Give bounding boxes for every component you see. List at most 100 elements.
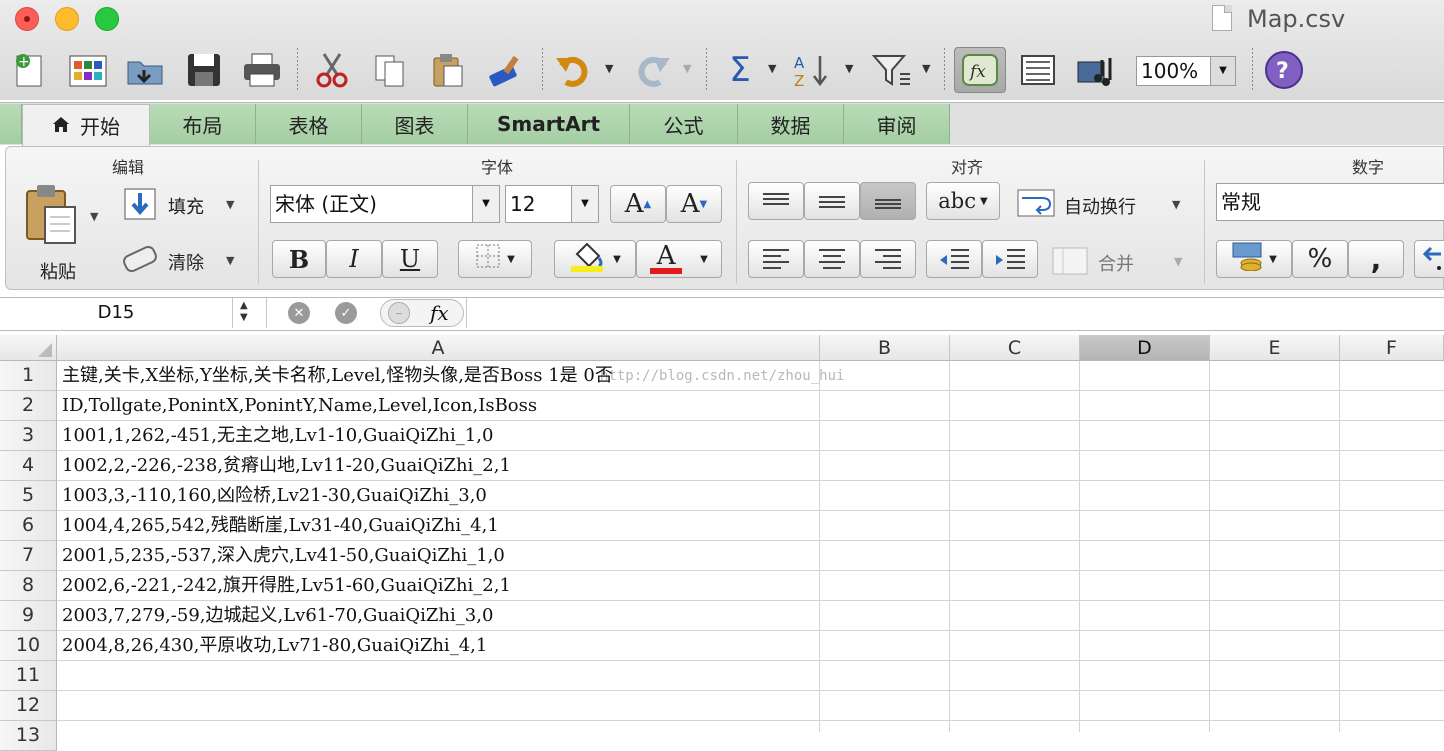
maximize-window-button[interactable] <box>95 7 119 31</box>
shrink-font-button[interactable]: A ▼ <box>666 185 722 223</box>
row-header[interactable]: 9 <box>0 601 57 631</box>
column-header-a[interactable]: A <box>57 335 820 361</box>
cancel-icon[interactable]: ✕ <box>288 302 310 324</box>
cell-a1[interactable]: 主键,关卡,X坐标,Y坐标,关卡名称,Level,怪物头像,是否Boss 1是 … <box>57 361 613 391</box>
percent-style-button[interactable]: % <box>1292 240 1348 278</box>
row-header[interactable]: 2 <box>0 391 57 421</box>
wrap-text-dropdown-arrow[interactable]: ▼ <box>1172 198 1180 211</box>
redo-icon[interactable] <box>630 48 674 92</box>
comma-style-button[interactable]: , <box>1348 240 1404 278</box>
cell-a8[interactable]: 2002,6,-221,-242,旗开得胜,Lv51-60,GuaiQiZhi_… <box>57 571 511 601</box>
autosum-icon[interactable]: Σ <box>718 48 762 92</box>
row-header[interactable]: 6 <box>0 511 57 541</box>
align-right-button[interactable] <box>860 240 916 278</box>
insert-function-button[interactable]: fx <box>430 299 449 327</box>
align-center-button[interactable] <box>804 240 860 278</box>
row-header[interactable]: 7 <box>0 541 57 571</box>
cell-a12[interactable] <box>57 691 62 721</box>
media-browser-icon[interactable] <box>1074 48 1118 92</box>
tab-home[interactable]: 开始 <box>22 104 150 146</box>
borders-button[interactable]: ▼ <box>458 240 532 278</box>
underline-button[interactable]: U <box>382 240 438 278</box>
show-hide-icon[interactable] <box>1016 48 1060 92</box>
grow-font-button[interactable]: A ▲ <box>610 185 666 223</box>
new-icon[interactable]: + <box>8 48 52 92</box>
align-left-button[interactable] <box>748 240 804 278</box>
cell-a6[interactable]: 1004,4,265,542,残酷断崖,Lv31-40,GuaiQiZhi_4,… <box>57 511 499 541</box>
enter-checkmark-icon[interactable]: ✓ <box>335 302 357 324</box>
cell-a2[interactable]: ID,Tollgate,PonintX,PonintY,Name,Level,I… <box>57 391 537 421</box>
row-header[interactable]: 13 <box>0 721 57 751</box>
row-header[interactable]: 5 <box>0 481 57 511</box>
cut-icon[interactable] <box>310 48 354 92</box>
number-format-select[interactable]: 常规 <box>1216 183 1444 221</box>
format-painter-icon[interactable] <box>484 48 528 92</box>
accounting-format-button[interactable]: ▼ <box>1216 240 1292 278</box>
cell-a3[interactable]: 1001,1,262,-451,无主之地,Lv1-10,GuaiQiZhi_1,… <box>57 421 493 451</box>
formula-builder-icon[interactable]: fx <box>954 47 1006 93</box>
tab-data[interactable]: 数据 <box>738 104 844 144</box>
autosum-dropdown-arrow[interactable]: ▼ <box>768 62 776 75</box>
print-icon[interactable] <box>240 48 284 92</box>
sort-icon[interactable]: AZ <box>790 48 834 92</box>
column-header-f[interactable]: F <box>1340 335 1444 361</box>
column-header-e[interactable]: E <box>1210 335 1340 361</box>
row-header[interactable]: 10 <box>0 631 57 661</box>
copy-icon[interactable] <box>368 48 412 92</box>
merge-icon[interactable] <box>1050 242 1090 280</box>
row-header[interactable]: 3 <box>0 421 57 451</box>
font-family-select[interactable]: 宋体 (正文) ▼ <box>270 185 500 223</box>
decrease-indent-button[interactable] <box>926 240 982 278</box>
column-header-d[interactable]: D <box>1080 335 1210 361</box>
column-header-c[interactable]: C <box>950 335 1080 361</box>
clear-label[interactable]: 清除 <box>168 249 204 275</box>
formula-dropdown-icon[interactable]: – <box>388 302 410 324</box>
zoom-select[interactable]: 100% ▼ <box>1136 56 1236 86</box>
filter-dropdown-arrow[interactable]: ▼ <box>922 62 930 75</box>
increase-indent-button[interactable] <box>982 240 1038 278</box>
merge-dropdown-arrow[interactable]: ▼ <box>1174 255 1182 268</box>
row-header[interactable]: 12 <box>0 691 57 721</box>
cell-a11[interactable] <box>57 661 62 691</box>
name-box-stepper-icon[interactable]: ▲ ▼ <box>240 300 248 324</box>
save-icon[interactable] <box>182 48 226 92</box>
sort-dropdown-arrow[interactable]: ▼ <box>845 62 853 75</box>
fill-color-button[interactable]: ▼ <box>554 240 636 278</box>
clear-dropdown-arrow[interactable]: ▼ <box>226 254 234 267</box>
tab-charts[interactable]: 图表 <box>362 104 468 144</box>
sheet-corner[interactable] <box>0 335 57 361</box>
row-header[interactable]: 4 <box>0 451 57 481</box>
eraser-icon[interactable] <box>118 242 160 278</box>
column-header-b[interactable]: B <box>820 335 950 361</box>
tab-review[interactable]: 审阅 <box>844 104 950 144</box>
tab-formulas[interactable]: 公式 <box>630 104 738 144</box>
merge-label[interactable]: 合并 <box>1098 250 1134 276</box>
paste-dropdown-arrow[interactable]: ▼ <box>90 210 98 223</box>
cell-a10[interactable]: 2004,8,26,430,平原收功,Lv71-80,GuaiQiZhi_4,1 <box>57 631 487 661</box>
fill-icon[interactable] <box>122 186 158 222</box>
formula-input[interactable] <box>470 298 1440 328</box>
fill-label[interactable]: 填充 <box>168 193 204 219</box>
cell-a4[interactable]: 1002,2,-226,-238,贫瘠山地,Lv11-20,GuaiQiZhi_… <box>57 451 511 481</box>
row-header[interactable]: 8 <box>0 571 57 601</box>
align-bottom-button[interactable] <box>860 182 916 220</box>
templates-icon[interactable] <box>66 48 110 92</box>
name-box[interactable]: D15 <box>0 298 232 328</box>
align-top-button[interactable] <box>748 182 804 220</box>
row-header[interactable]: 11 <box>0 661 57 691</box>
undo-dropdown-arrow[interactable]: ▼ <box>605 62 613 75</box>
undo-icon[interactable] <box>552 48 596 92</box>
fill-dropdown-arrow[interactable]: ▼ <box>226 198 234 211</box>
wrap-text-icon[interactable] <box>1014 184 1058 222</box>
tab-tables[interactable]: 表格 <box>256 104 362 144</box>
open-icon[interactable] <box>124 48 168 92</box>
filter-icon[interactable] <box>870 48 914 92</box>
close-window-button[interactable] <box>15 7 39 31</box>
cell-a7[interactable]: 2001,5,235,-537,深入虎穴,Lv41-50,GuaiQiZhi_1… <box>57 541 505 571</box>
font-size-select[interactable]: 12 ▼ <box>505 185 599 223</box>
align-middle-button[interactable] <box>804 182 860 220</box>
row-header[interactable]: 1 <box>0 361 57 391</box>
help-icon[interactable]: ? <box>1262 48 1306 92</box>
decrease-decimal-button[interactable] <box>1414 240 1444 278</box>
orientation-button[interactable]: abc ▼ <box>926 182 1000 220</box>
